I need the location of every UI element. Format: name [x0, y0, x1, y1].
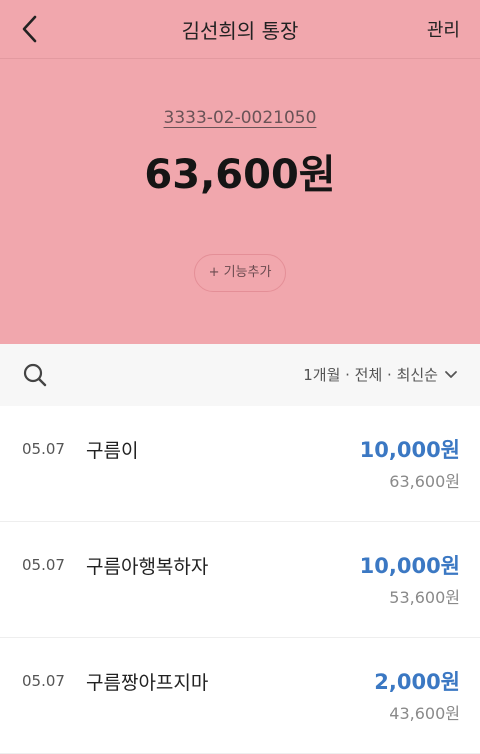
account-hero: 김선희의 통장 관리 3333-02-0021050 63,600원 + 기능추…: [0, 0, 480, 344]
search-button[interactable]: [22, 362, 48, 388]
top-bar: 김선희의 통장 관리: [0, 0, 480, 59]
transaction-row[interactable]: 05.07 구름아행복하자 10,000원 53,600원: [0, 522, 480, 638]
account-balance: 63,600원: [144, 152, 336, 198]
transaction-date: 05.07: [22, 440, 65, 458]
transaction-name: 구름아행복하자: [86, 556, 209, 578]
transaction-date: 05.07: [22, 672, 65, 690]
chevron-down-icon: [445, 370, 457, 378]
transaction-balance: 63,600원: [389, 472, 460, 491]
transaction-row[interactable]: 05.07 구름짱아프지마 2,000원 43,600원: [0, 638, 480, 754]
filter-dropdown[interactable]: 1개월 · 전체 · 최신순: [303, 364, 458, 385]
transaction-balance: 43,600원: [389, 704, 460, 723]
page-title: 김선희의 통장: [181, 19, 299, 43]
transaction-row[interactable]: 05.07 구름이 10,000원 63,600원: [0, 406, 480, 522]
manage-button[interactable]: 관리: [427, 16, 460, 42]
filter-label: 1개월 · 전체 · 최신순: [303, 366, 438, 384]
transaction-name: 구름짱아프지마: [86, 672, 209, 694]
transaction-amount: 10,000원: [359, 438, 460, 462]
account-number[interactable]: 3333-02-0021050: [0, 108, 480, 128]
transaction-list: 05.07 구름이 10,000원 63,600원 05.07 구름아행복하자 …: [0, 406, 480, 754]
transaction-amount: 2,000원: [374, 670, 460, 694]
transaction-amount: 10,000원: [359, 554, 460, 578]
transaction-date: 05.07: [22, 556, 65, 574]
transaction-balance: 53,600원: [389, 588, 460, 607]
add-feature-button[interactable]: + 기능추가: [194, 254, 286, 292]
transaction-name: 구름이: [86, 440, 139, 462]
filter-bar: 1개월 · 전체 · 최신순: [0, 344, 480, 406]
search-icon: [23, 363, 47, 387]
